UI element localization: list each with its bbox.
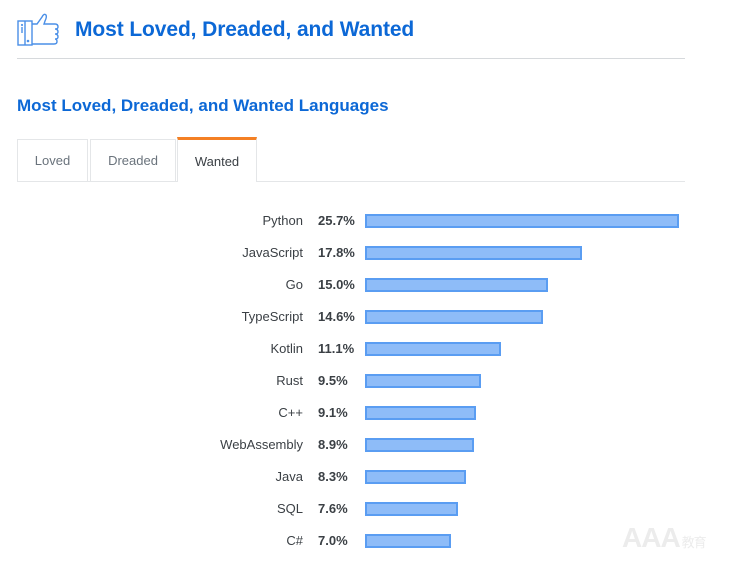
watermark-sub: 教育 [681, 535, 707, 550]
chart-row: Kotlin 11.1% [0, 333, 735, 365]
value-label: 15.0% [318, 277, 355, 292]
chart-row: Go 15.0% [0, 269, 735, 301]
bar [365, 246, 582, 260]
value-label: 8.3% [318, 469, 348, 484]
bar [365, 438, 474, 452]
value-label: 7.0% [318, 533, 348, 548]
value-label: 7.6% [318, 501, 348, 516]
chart-row: TypeScript 14.6% [0, 301, 735, 333]
watermark-text: AAA [622, 522, 681, 553]
value-label: 14.6% [318, 309, 355, 324]
category-label: C# [286, 533, 303, 548]
tab-bar: Loved Dreaded Wanted [17, 137, 685, 182]
chart-row: C++ 9.1% [0, 397, 735, 429]
tab-dreaded[interactable]: Dreaded [90, 139, 176, 181]
bar-chart: Python 25.7% JavaScript 17.8% Go 15.0% TypeScr… [0, 200, 735, 561]
thumbs-up-icon [17, 13, 59, 46]
category-label: C++ [278, 405, 303, 420]
bar [365, 278, 548, 292]
tab-loved[interactable]: Loved [17, 139, 88, 181]
page-header: Most Loved, Dreaded, and Wanted [17, 10, 414, 50]
page-title: Most Loved, Dreaded, and Wanted [75, 18, 415, 41]
bar [365, 502, 458, 516]
value-label: 25.7% [318, 213, 355, 228]
category-label: SQL [276, 501, 303, 516]
section-title: Most Loved, Dreaded, and Wanted Language… [17, 96, 389, 115]
value-label: 9.5% [318, 373, 348, 388]
header-divider [17, 58, 685, 59]
bar [365, 214, 679, 228]
chart-row: Python 25.7% [0, 205, 735, 237]
chart-row: JavaScript 17.8% [0, 237, 735, 269]
watermark: AAA 教育 [622, 522, 707, 554]
chart-row: SQL 7.6% [0, 493, 735, 525]
chart-row: Java 8.3% [0, 461, 735, 493]
category-label: Java [275, 469, 303, 484]
bar [365, 374, 481, 388]
category-label: Go [285, 277, 303, 292]
category-label: Kotlin [270, 341, 303, 356]
bar [365, 406, 476, 420]
value-label: 8.9% [318, 437, 348, 452]
tab-wanted[interactable]: Wanted [177, 137, 257, 182]
value-label: 17.8% [318, 245, 355, 260]
bar [365, 310, 543, 324]
bar [365, 470, 466, 484]
chart-row: Rust 9.5% [0, 365, 735, 397]
category-label: Rust [276, 373, 303, 388]
chart-row: WebAssembly 8.9% [0, 429, 735, 461]
bar [365, 534, 451, 548]
category-label: WebAssembly [220, 437, 303, 452]
value-label: 11.1% [318, 341, 355, 356]
category-label: Python [262, 213, 303, 228]
bar [365, 342, 501, 356]
value-label: 9.1% [318, 405, 348, 420]
category-label: JavaScript [242, 245, 303, 260]
category-label: TypeScript [241, 309, 303, 324]
